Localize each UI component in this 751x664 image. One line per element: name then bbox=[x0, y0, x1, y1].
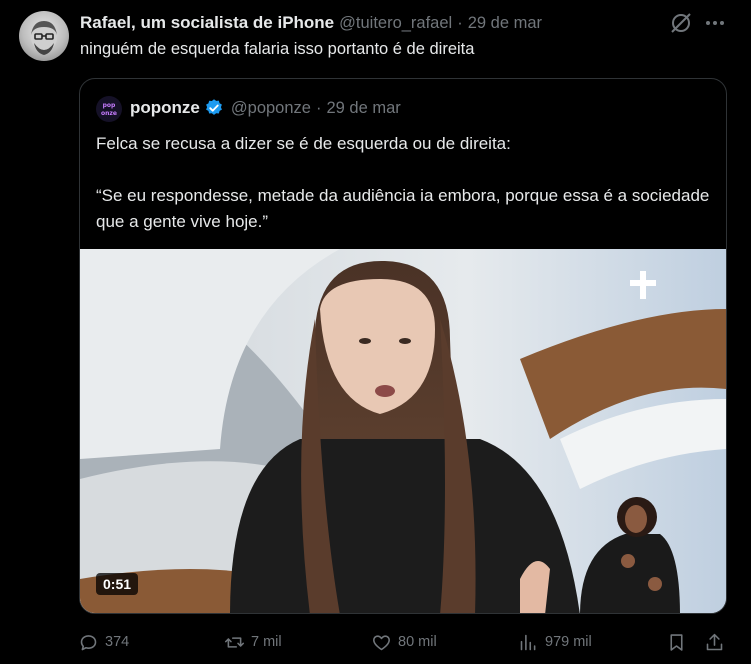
video-duration: 0:51 bbox=[96, 573, 139, 595]
quote-author-name[interactable]: poponze bbox=[130, 98, 200, 118]
action-bar: 374 7 mil 80 mil 979 mil bbox=[78, 628, 738, 656]
tweet-header: Rafael, um socialista de iPhone @tuitero… bbox=[80, 12, 542, 34]
like-count: 80 mil bbox=[398, 634, 437, 650]
quote-date[interactable]: 29 de mar bbox=[326, 99, 400, 118]
video-frame bbox=[80, 249, 726, 613]
quote-header: poponze @poponze · 29 de mar bbox=[130, 98, 401, 118]
separator-dot: · bbox=[457, 13, 463, 32]
verified-badge-icon bbox=[205, 99, 222, 115]
quote-text-line1: Felca se recusa a dizer se é de esquerda… bbox=[96, 134, 511, 153]
video-player[interactable]: 0:51 bbox=[80, 249, 726, 613]
repost-icon bbox=[224, 636, 245, 648]
quote-separator-dot: · bbox=[315, 98, 322, 117]
svg-text:pop: pop bbox=[103, 102, 116, 109]
avatar[interactable] bbox=[19, 11, 69, 61]
quoted-tweet[interactable]: pop onze poponze @poponze · 29 de mar Fe… bbox=[79, 78, 727, 614]
repost-count: 7 mil bbox=[251, 634, 282, 650]
bookmark-button[interactable] bbox=[666, 628, 693, 656]
views-icon bbox=[520, 634, 536, 650]
reply-button[interactable]: 374 bbox=[78, 628, 129, 656]
quote-avatar[interactable]: pop onze bbox=[96, 96, 122, 122]
more-icon[interactable] bbox=[703, 11, 727, 35]
poponze-logo-icon: pop onze bbox=[101, 102, 117, 117]
quote-text-line2: “Se eu respondesse, metade da audiência … bbox=[96, 186, 710, 231]
author-handle[interactable]: @tuitero_rafael bbox=[339, 14, 452, 33]
repost-button[interactable]: 7 mil bbox=[224, 628, 282, 656]
avatar-face bbox=[31, 21, 57, 55]
heart-icon bbox=[373, 634, 390, 650]
reply-count: 374 bbox=[105, 634, 130, 650]
bookmark-icon bbox=[670, 633, 683, 651]
share-button[interactable] bbox=[704, 628, 731, 656]
quote-text: Felca se recusa a dizer se é de esquerda… bbox=[96, 131, 716, 235]
author-name[interactable]: Rafael, um socialista de iPhone bbox=[80, 13, 334, 33]
grok-icon[interactable] bbox=[669, 11, 693, 35]
views-button[interactable]: 979 mil bbox=[518, 628, 592, 656]
tweet[interactable]: Rafael, um socialista de iPhone @tuitero… bbox=[0, 0, 751, 664]
svg-text:onze: onze bbox=[101, 110, 117, 117]
share-icon bbox=[706, 633, 723, 650]
views-count: 979 mil bbox=[545, 634, 592, 650]
like-button[interactable]: 80 mil bbox=[371, 628, 437, 656]
tweet-text: ninguém de esquerda falaria isso portant… bbox=[80, 40, 475, 58]
reply-icon bbox=[80, 634, 97, 650]
quote-handle[interactable]: @poponze bbox=[231, 99, 311, 118]
tweet-date[interactable]: 29 de mar bbox=[468, 14, 542, 33]
